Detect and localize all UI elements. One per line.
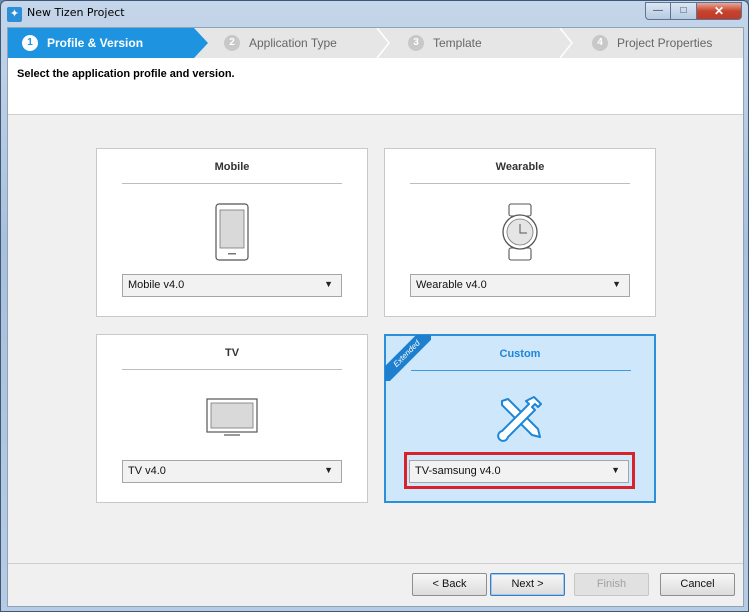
watch-icon <box>385 199 655 264</box>
step-number: 4 <box>592 35 608 51</box>
divider <box>411 370 631 371</box>
version-select-wearable[interactable]: Wearable v4.0 ▼ <box>410 274 630 297</box>
version-select-mobile[interactable]: Mobile v4.0 ▼ <box>122 274 342 297</box>
step-separator <box>376 28 390 58</box>
chevron-down-icon: ▼ <box>324 279 333 289</box>
step-template: 3 Template <box>408 28 482 58</box>
step-project-properties: 4 Project Properties <box>592 28 712 58</box>
finish-button[interactable]: Finish <box>574 573 649 596</box>
next-button[interactable]: Next > <box>490 573 565 596</box>
select-value: Mobile v4.0 <box>128 279 185 291</box>
divider <box>122 183 342 184</box>
card-title: Custom <box>499 348 541 360</box>
profile-card-custom[interactable]: Extended Custom TV-samsung v4.0 ▼ <box>384 334 656 503</box>
version-select-tv[interactable]: TV v4.0 ▼ <box>122 460 342 483</box>
divider <box>410 183 630 184</box>
cancel-button[interactable]: Cancel <box>660 573 735 596</box>
window-title: New Tizen Project <box>27 6 125 19</box>
phone-icon <box>97 199 367 264</box>
step-number: 3 <box>408 35 424 51</box>
step-separator <box>559 28 573 58</box>
profile-card-wearable[interactable]: Wearable Wearable v4.0 ▼ <box>384 148 656 317</box>
card-title: TV <box>224 347 240 359</box>
close-button[interactable]: ✕ <box>697 2 742 20</box>
select-value: TV v4.0 <box>128 465 166 477</box>
wizard-body: 1 Profile & Version 2 Application Type 3… <box>7 27 744 607</box>
title-bar[interactable]: ✦ New Tizen Project — □ ✕ <box>1 1 748 27</box>
chevron-down-icon: ▼ <box>324 465 333 475</box>
tizen-logo-icon: ✦ <box>7 7 22 22</box>
wizard-steps: 1 Profile & Version 2 Application Type 3… <box>8 28 743 58</box>
window-controls: — □ ✕ <box>645 2 742 20</box>
step-label: Template <box>433 36 482 50</box>
maximize-button[interactable]: □ <box>671 2 697 20</box>
step-application-type: 2 Application Type <box>224 28 337 58</box>
profile-card-mobile[interactable]: Mobile Mobile v4.0 ▼ <box>96 148 368 317</box>
back-button[interactable]: < Back <box>412 573 487 596</box>
step-number: 2 <box>224 35 240 51</box>
step-profile-version: 1 Profile & Version <box>8 28 208 58</box>
card-title: Mobile <box>214 161 250 173</box>
card-title: Wearable <box>495 161 545 173</box>
footer-divider <box>8 563 743 564</box>
step-label: Profile & Version <box>47 36 144 50</box>
step-number: 1 <box>22 35 38 51</box>
step-label: Project Properties <box>617 36 713 50</box>
tv-icon <box>97 385 367 450</box>
minimize-button[interactable]: — <box>645 2 671 20</box>
profile-card-tv[interactable]: TV TV v4.0 ▼ <box>96 334 368 503</box>
divider <box>122 369 342 370</box>
step-label: Application Type <box>249 36 337 50</box>
new-tizen-project-window: ✦ New Tizen Project — □ ✕ 1 Profile & Ve… <box>0 0 749 612</box>
tools-icon <box>386 386 654 451</box>
chevron-down-icon: ▼ <box>612 279 621 289</box>
page-subtitle: Select the application profile and versi… <box>17 68 235 80</box>
highlight-box <box>404 452 635 489</box>
select-value: Wearable v4.0 <box>416 279 487 291</box>
page-header: Select the application profile and versi… <box>8 58 743 115</box>
